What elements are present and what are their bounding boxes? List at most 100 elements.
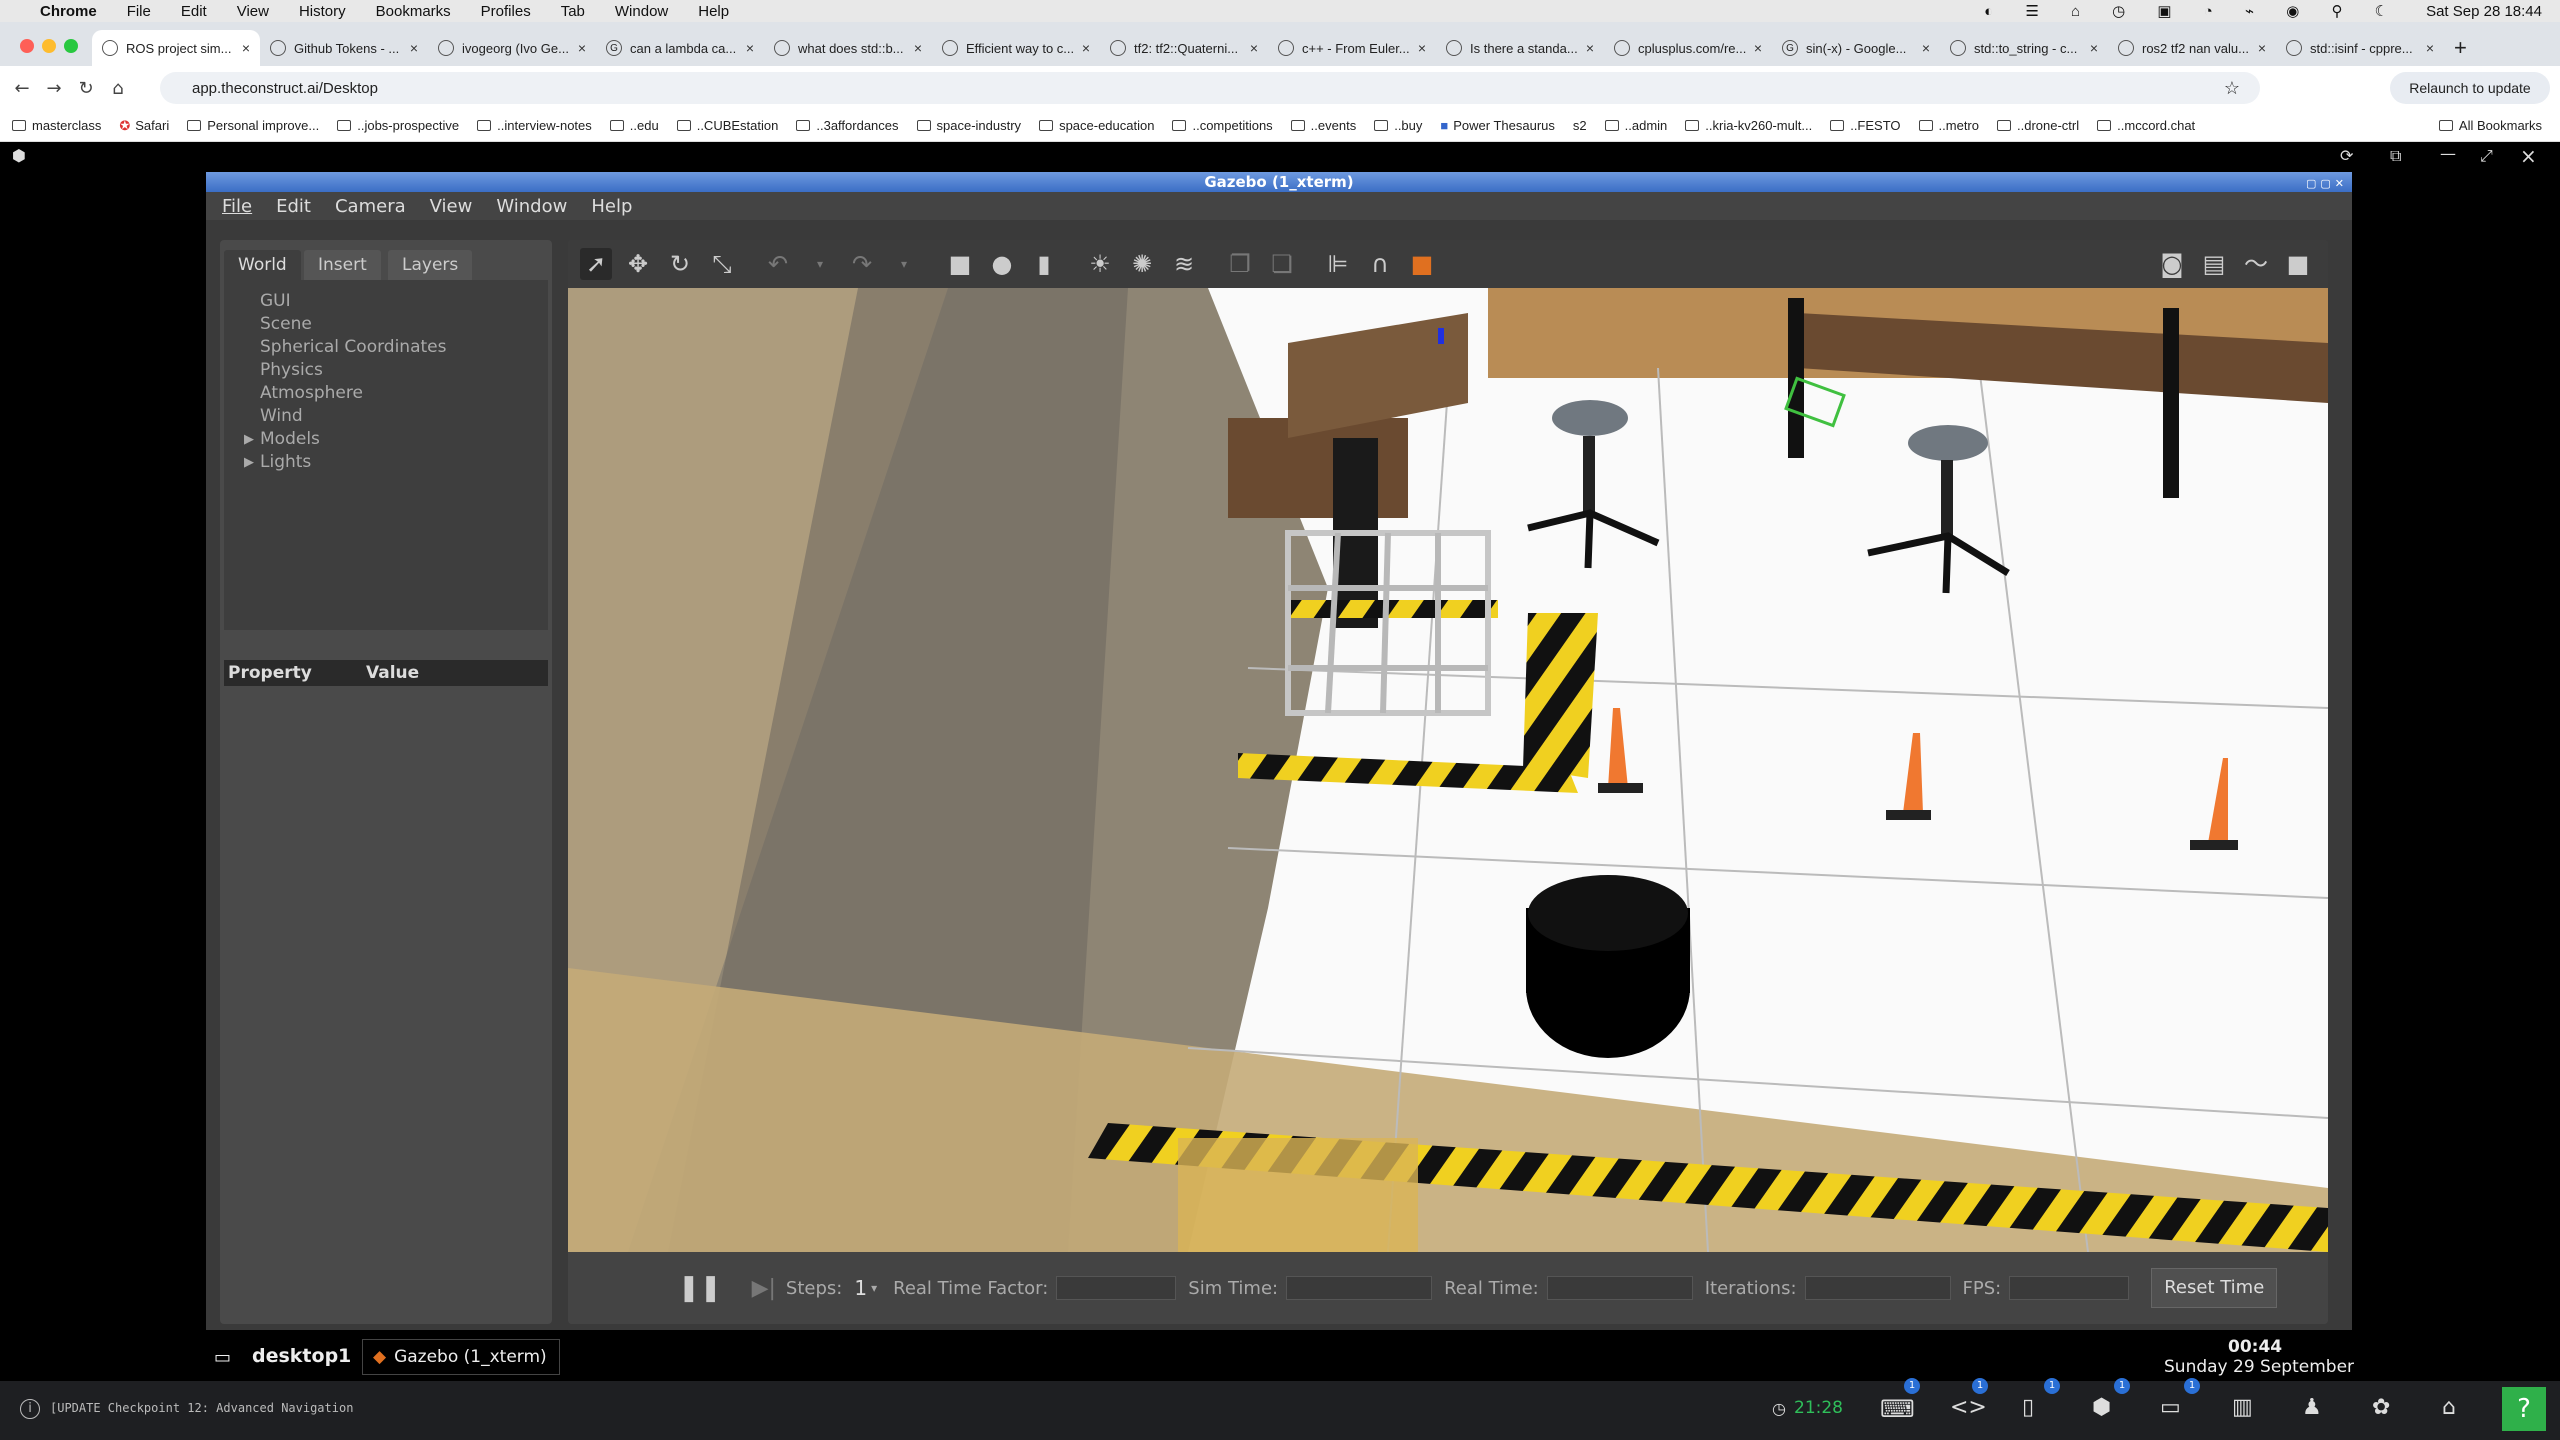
step-icon[interactable]: ▶| (752, 1276, 776, 1301)
close-icon[interactable]: × (2090, 40, 2098, 56)
simulation-icon[interactable]: ⬢ (2092, 1395, 2111, 1420)
bookmark[interactable]: ..CUBEstation (676, 118, 778, 133)
help-button[interactable]: ? (2502, 1387, 2546, 1431)
terminal-icon[interactable]: ⌨ (1880, 1395, 1915, 1423)
redo-history-icon[interactable]: ▾ (888, 248, 920, 280)
video-record-icon[interactable]: ■ (2282, 248, 2314, 280)
undo-icon[interactable]: ↶ (762, 248, 794, 280)
tab-6[interactable]: tf2: tf2::Quaterni... × (1100, 30, 1268, 66)
home-icon[interactable]: ⌂ (2442, 1395, 2456, 1420)
cylinder-icon[interactable]: ▮ (1028, 248, 1060, 280)
3d-viewport[interactable]: ➚ ✥ ↻ ⤡ ↶ ▾ ↷ ▾ ■ ● ▮ ☀ ✺ ≋ ❐ ❏ ⊫ ∩ ■ ◙ … (568, 240, 2328, 1324)
tree-item-lights[interactable]: ▶ Lights (244, 451, 548, 474)
graphical-tools-icon[interactable]: ▭ (2160, 1395, 2181, 1420)
tab-5[interactable]: Efficient way to c... × (932, 30, 1100, 66)
copy-icon[interactable]: ❐ (1224, 248, 1256, 280)
tree-item-scene[interactable]: Scene (260, 313, 548, 336)
bookmark[interactable]: ✪ Safari (119, 118, 169, 134)
menu-file[interactable]: File (127, 3, 151, 20)
fullscreen-icon[interactable]: ⤢ (2480, 146, 2493, 166)
tree-item-wind[interactable]: Wind (260, 405, 548, 428)
home-icon[interactable]: ⌂ (102, 78, 134, 99)
close-icon[interactable]: × (1922, 40, 1930, 56)
close-icon[interactable]: × (242, 40, 250, 56)
paste-icon[interactable]: ❏ (1266, 248, 1298, 280)
bookmark[interactable]: ..3affordances (796, 118, 899, 133)
close-icon[interactable]: × (2520, 144, 2537, 168)
view-angle-icon[interactable]: ■ (1406, 248, 1438, 280)
tree-item-physics[interactable]: Physics (260, 359, 548, 382)
bookmark[interactable]: ..buy (1374, 118, 1422, 133)
tree-item-spherical[interactable]: Spherical Coordinates (260, 336, 548, 359)
menu-help[interactable]: Help (591, 196, 632, 217)
menu-edit[interactable]: Edit (276, 196, 311, 217)
new-tab-button[interactable]: + (2444, 30, 2484, 66)
tab-12[interactable]: ros2 tf2 nan valu... × (2108, 30, 2276, 66)
notebook-icon[interactable]: ▯ (2022, 1395, 2034, 1420)
bookmark[interactable]: ..FESTO (1830, 118, 1901, 133)
menu-view[interactable]: View (237, 3, 269, 20)
bookmark[interactable]: ..events (1290, 118, 1356, 133)
refresh-icon[interactable]: ⟳ (2340, 146, 2353, 165)
bookmark[interactable]: space-education (1039, 118, 1154, 133)
bookmark[interactable]: ..jobs-prospective (337, 118, 459, 133)
bookmark[interactable]: ..kria-kv260-mult... (1685, 118, 1812, 133)
directional-light-icon[interactable]: ≋ (1168, 248, 1200, 280)
select-icon[interactable]: ➚ (580, 248, 612, 280)
reset-time-button[interactable]: Reset Time (2151, 1268, 2278, 1308)
tab-0[interactable]: ROS project sim... × (92, 30, 260, 66)
url-field[interactable]: app.theconstruct.ai/Desktop ☆ (160, 72, 2260, 104)
box-icon[interactable]: ■ (944, 248, 976, 280)
expand-arrow-icon[interactable]: ▶ (244, 451, 254, 474)
tab-9[interactable]: cplusplus.com/re... × (1604, 30, 1772, 66)
menu-help[interactable]: Help (698, 3, 729, 20)
tab-2[interactable]: ivogeorg (Ivo Ge... × (428, 30, 596, 66)
menu-history[interactable]: History (299, 3, 346, 20)
menu-tab[interactable]: Tab (561, 3, 585, 20)
steps-value[interactable]: 1 (854, 1276, 867, 1300)
update-message[interactable]: [UPDATE Checkpoint 12: Advanced Navigati… (50, 1401, 353, 1415)
menu-profiles[interactable]: Profiles (481, 3, 531, 20)
close-icon[interactable]: × (578, 40, 586, 56)
app-menu[interactable]: Chrome (40, 3, 97, 20)
reload-icon[interactable]: ↻ (70, 78, 102, 99)
back-icon[interactable]: ← (6, 78, 38, 99)
rotate-icon[interactable]: ↻ (664, 248, 696, 280)
close-icon[interactable]: × (746, 40, 754, 56)
close-icon[interactable]: × (1082, 40, 1090, 56)
menu-file[interactable]: File (222, 196, 252, 217)
simulation-scene[interactable] (568, 288, 2328, 1252)
minimize-icon[interactable]: — (2440, 144, 2456, 163)
minimize-window-button[interactable] (42, 39, 56, 53)
bookmark[interactable]: masterclass (12, 118, 101, 133)
tree-item-gui[interactable]: GUI (260, 290, 548, 313)
menu-camera[interactable]: Camera (335, 196, 406, 217)
tab-11[interactable]: std::to_string - c... × (1940, 30, 2108, 66)
close-icon[interactable]: × (1418, 40, 1426, 56)
clock[interactable]: Sat Sep 28 18:44 (2426, 3, 2542, 20)
desktop-number[interactable]: 1 (338, 1345, 351, 1367)
snap-icon[interactable]: ∩ (1364, 248, 1396, 280)
screenshot-icon[interactable]: ◙ (2156, 248, 2188, 280)
tab-world[interactable]: World (224, 250, 301, 280)
popout-icon[interactable]: ⧉ (2390, 146, 2401, 166)
log-icon[interactable]: ▤ (2198, 248, 2230, 280)
ai-assistant-icon[interactable]: ✿ (2372, 1395, 2390, 1420)
tab-4[interactable]: what does std::b... × (764, 30, 932, 66)
point-light-icon[interactable]: ☀ (1084, 248, 1116, 280)
close-icon[interactable]: × (914, 40, 922, 56)
align-icon[interactable]: ⊫ (1322, 248, 1354, 280)
bookmark[interactable]: ■ Power Thesaurus (1440, 118, 1555, 133)
taskbar-gazebo-button[interactable]: ◆ Gazebo (1_xterm) (362, 1339, 560, 1375)
forward-icon[interactable]: → (38, 78, 70, 99)
bookmark[interactable]: space-industry (916, 118, 1021, 133)
bookmark[interactable]: ..admin (1604, 118, 1667, 133)
bookmark[interactable]: ..interview-notes (477, 118, 592, 133)
tab-layers[interactable]: Layers (388, 250, 473, 280)
close-icon[interactable]: × (2426, 40, 2434, 56)
tab-10[interactable]: Gsin(-x) - Google... × (1772, 30, 1940, 66)
pause-icon[interactable]: ❚❚ (678, 1273, 722, 1303)
scale-icon[interactable]: ⤡ (706, 248, 738, 280)
tab-13[interactable]: std::isinf - cppre... × (2276, 30, 2444, 66)
tab-8[interactable]: Is there a standa... × (1436, 30, 1604, 66)
